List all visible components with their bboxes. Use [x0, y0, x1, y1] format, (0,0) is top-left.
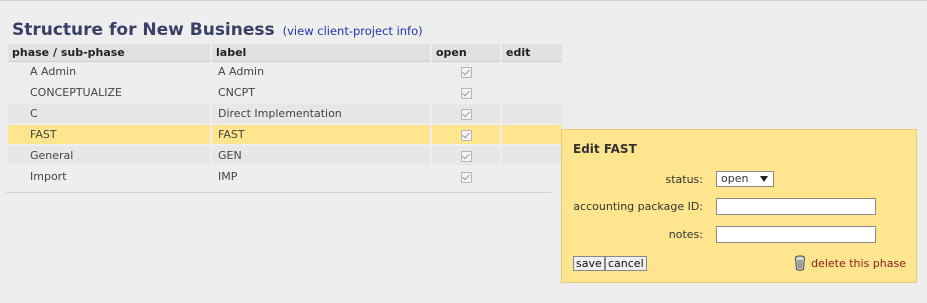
- accounting-package-id-label: accounting package ID:: [573, 200, 703, 213]
- view-client-project-info-link[interactable]: (view client-project info): [283, 24, 423, 38]
- phase-cell: CONCEPTUALIZE: [8, 83, 210, 104]
- notes-input[interactable]: [716, 226, 876, 243]
- open-checkbox-icon: [460, 66, 472, 78]
- table-row[interactable]: CONCEPTUALIZE CNCPT: [8, 83, 562, 104]
- open-checkbox-icon: [460, 108, 472, 120]
- phase-cell: FAST: [8, 125, 210, 146]
- open-cell: [432, 167, 500, 188]
- open-checkbox-icon: [460, 87, 472, 99]
- edit-cell[interactable]: [502, 146, 562, 167]
- column-header-phase[interactable]: phase / sub-phase: [8, 44, 210, 62]
- delete-phase-link[interactable]: delete this phase: [794, 255, 906, 271]
- status-label: status:: [665, 173, 703, 186]
- cancel-button[interactable]: cancel: [605, 256, 647, 271]
- label-cell: GEN: [212, 146, 430, 167]
- table-row[interactable]: C Direct Implementation: [8, 104, 562, 125]
- edit-cell[interactable]: [502, 104, 562, 125]
- page-title: Structure for New Business (view client-…: [12, 20, 423, 40]
- phase-cell: Import: [8, 167, 210, 188]
- label-cell: A Admin: [212, 62, 430, 83]
- phase-cell: C: [8, 104, 210, 125]
- open-checkbox-icon: [460, 129, 472, 141]
- label-cell: FAST: [212, 125, 430, 146]
- page-title-text: Structure for New Business: [12, 20, 275, 40]
- edit-phase-panel: Edit FAST status: open accounting packag…: [561, 129, 917, 283]
- open-cell: [432, 146, 500, 167]
- table-header-row: phase / sub-phase label open edit: [8, 44, 562, 62]
- dropdown-arrow-icon: [760, 176, 768, 182]
- delete-phase-label: delete this phase: [811, 256, 906, 270]
- phase-table: phase / sub-phase label open edit A Admi…: [6, 44, 564, 188]
- column-header-edit[interactable]: edit: [502, 44, 562, 62]
- label-cell: Direct Implementation: [212, 104, 430, 125]
- accounting-package-id-input[interactable]: [716, 198, 876, 215]
- column-header-open[interactable]: open: [432, 44, 500, 62]
- edit-panel-title: Edit FAST: [573, 142, 637, 156]
- open-cell: [432, 62, 500, 83]
- edit-cell[interactable]: [502, 125, 562, 146]
- label-cell: IMP: [212, 167, 430, 188]
- phase-cell: A Admin: [8, 62, 210, 83]
- table-row[interactable]: General GEN: [8, 146, 562, 167]
- accounting-row: accounting package ID:: [562, 198, 916, 216]
- table-row[interactable]: A Admin A Admin: [8, 62, 562, 83]
- status-row: status: open: [562, 171, 916, 189]
- open-cell: [432, 83, 500, 104]
- trash-icon: [795, 255, 806, 271]
- save-button[interactable]: save: [573, 256, 605, 271]
- notes-label: notes:: [668, 228, 703, 241]
- table-bottom-divider: [6, 192, 551, 193]
- column-header-label[interactable]: label: [212, 44, 430, 62]
- edit-cell[interactable]: [502, 62, 562, 83]
- notes-row: notes:: [562, 226, 916, 244]
- edit-cell[interactable]: [502, 167, 562, 188]
- label-cell: CNCPT: [212, 83, 430, 104]
- edit-cell[interactable]: [502, 83, 562, 104]
- open-cell: [432, 125, 500, 146]
- table-row-selected[interactable]: FAST FAST: [8, 125, 562, 146]
- status-select-value: open: [721, 172, 749, 185]
- open-checkbox-icon: [460, 171, 472, 183]
- table-row[interactable]: Import IMP: [8, 167, 562, 188]
- open-checkbox-icon: [460, 150, 472, 162]
- phase-cell: General: [8, 146, 210, 167]
- status-select[interactable]: open: [716, 171, 774, 187]
- open-cell: [432, 104, 500, 125]
